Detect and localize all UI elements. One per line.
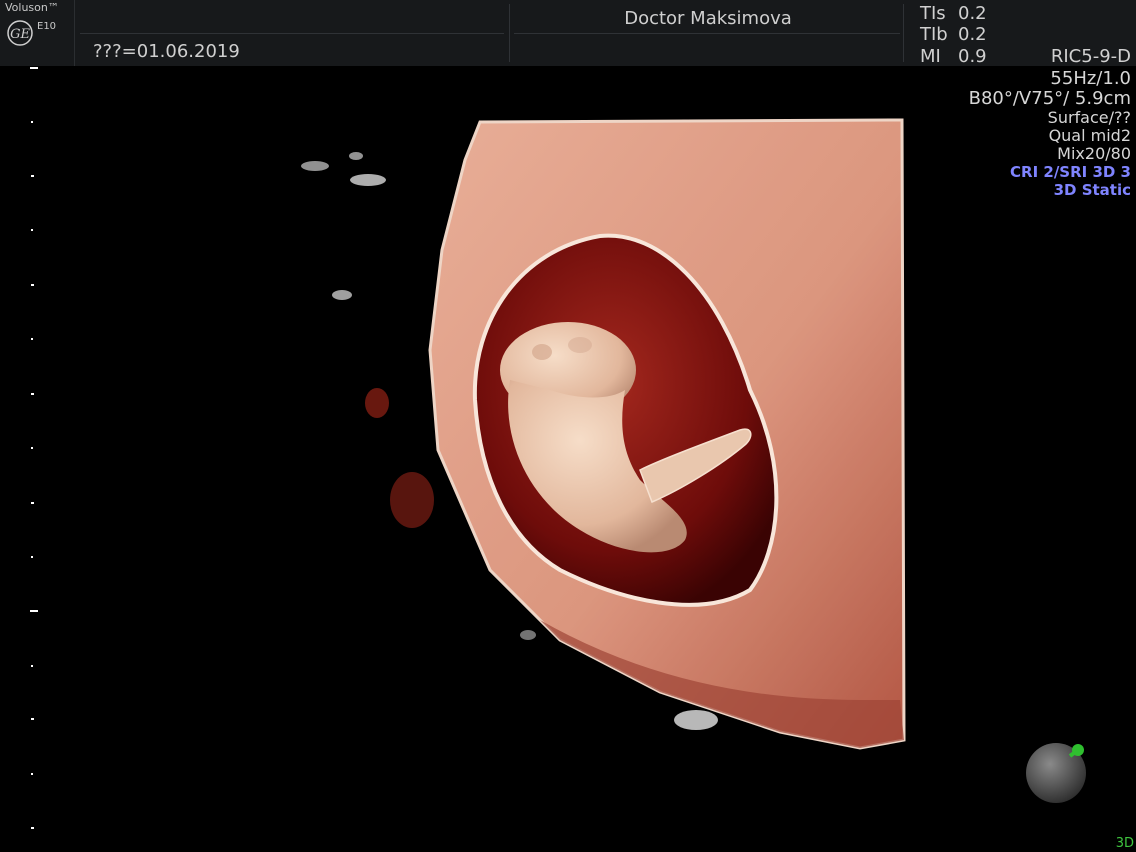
scale-minor-tick	[31, 284, 34, 286]
index-label: MI	[920, 46, 941, 67]
scale-minor-tick	[31, 229, 33, 231]
scale-major-tick	[30, 67, 38, 69]
scale-minor-tick	[31, 773, 33, 775]
divider	[509, 4, 510, 62]
scale-minor-tick	[31, 665, 33, 667]
divider	[80, 33, 504, 34]
probe-name: RIC5-9-D	[1050, 46, 1131, 67]
param-volume-angle: B80°/V75°/ 5.9cm	[968, 88, 1131, 109]
scale-minor-tick	[31, 338, 33, 340]
svg-text:GE: GE	[10, 27, 30, 42]
scale-major-tick	[30, 610, 38, 612]
thermal-index-soft: TIs 0.2	[920, 3, 987, 24]
divider	[514, 33, 900, 34]
param-quality: Qual mid2	[1048, 126, 1131, 145]
acquisition-parameters: 55Hz/1.0 B80°/V75°/ 5.9cm Surface/?? Qua…	[968, 68, 1131, 200]
scale-minor-tick	[31, 175, 34, 177]
index-value: 0.2	[958, 24, 987, 45]
param-render-mode: Surface/??	[1047, 108, 1131, 127]
exam-date: ???=01.06.2019	[93, 41, 240, 62]
ultrasound-3d-render	[301, 118, 906, 750]
mode-3d-indicator: 3D	[1115, 836, 1134, 851]
index-value: 0.9	[958, 46, 987, 67]
scale-minor-tick	[31, 502, 34, 504]
index-value: 0.2	[958, 3, 987, 24]
mechanical-index: MI 0.9	[920, 46, 987, 67]
scale-minor-tick	[31, 827, 34, 829]
param-mix: Mix20/80	[1057, 144, 1131, 163]
index-label: TIs	[920, 3, 946, 24]
ge-logo-icon: GE	[7, 20, 33, 46]
divider	[903, 4, 904, 62]
logo-block: Voluson™ GE E10	[0, 0, 75, 66]
orientation-sphere-icon[interactable]	[1024, 740, 1090, 806]
doctor-name: Doctor Maksimova	[624, 8, 792, 29]
scale-minor-tick	[31, 447, 33, 449]
param-frame-rate: 55Hz/1.0	[1050, 68, 1131, 89]
scale-minor-tick	[31, 393, 34, 395]
brand-name: Voluson™	[5, 1, 59, 14]
scale-minor-tick	[31, 718, 34, 720]
index-label: TIb	[920, 24, 948, 45]
thermal-index-bone: TIb 0.2	[920, 24, 987, 45]
param-cri-sri: CRI 2/SRI 3D 3	[1010, 163, 1131, 181]
top-info-bar: Voluson™ GE E10 ???=01.06.2019 Doctor Ma…	[0, 0, 1136, 67]
scale-minor-tick	[31, 556, 33, 558]
model-name: E10	[37, 21, 57, 32]
depth-scale	[30, 67, 38, 829]
param-acquisition-mode: 3D Static	[1053, 181, 1131, 199]
scale-minor-tick	[31, 121, 33, 123]
